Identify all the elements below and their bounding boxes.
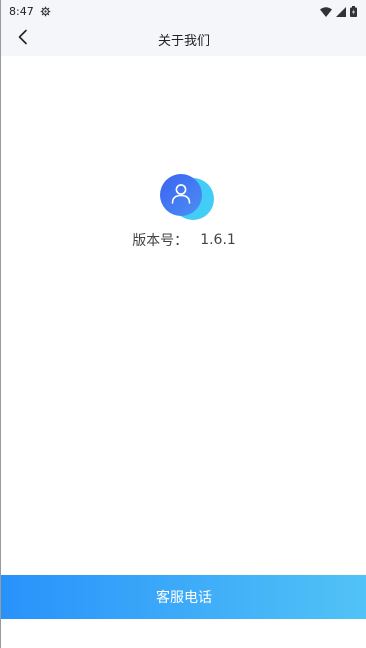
nav-bar: 关于我们	[1, 22, 366, 56]
page-title: 关于我们	[157, 33, 210, 49]
about-us-screen: 8:47 关于我们 版本号： 1.6.1 客服电话	[0, 0, 366, 648]
about-section: 版本号： 1.6.1	[1, 170, 366, 250]
customer-service-label: 客服电话	[156, 590, 212, 606]
app-logo	[160, 170, 216, 220]
cellular-signal-icon	[336, 2, 346, 21]
status-left: 8:47	[9, 2, 51, 21]
version-value: 1.6.1	[200, 232, 236, 248]
battery-icon	[350, 2, 357, 21]
chevron-left-icon	[17, 29, 29, 49]
wifi-icon	[320, 2, 332, 21]
status-right	[320, 2, 357, 21]
version-label: 版本号：	[132, 233, 189, 249]
settings-gear-icon	[40, 2, 51, 21]
customer-service-button[interactable]: 客服电话	[1, 575, 366, 619]
status-bar: 8:47	[1, 0, 366, 22]
status-time: 8:47	[9, 4, 34, 18]
back-button[interactable]	[11, 27, 35, 51]
user-icon	[170, 182, 192, 208]
version-row: 版本号： 1.6.1	[132, 230, 236, 250]
app-logo-front-circle	[160, 174, 202, 216]
